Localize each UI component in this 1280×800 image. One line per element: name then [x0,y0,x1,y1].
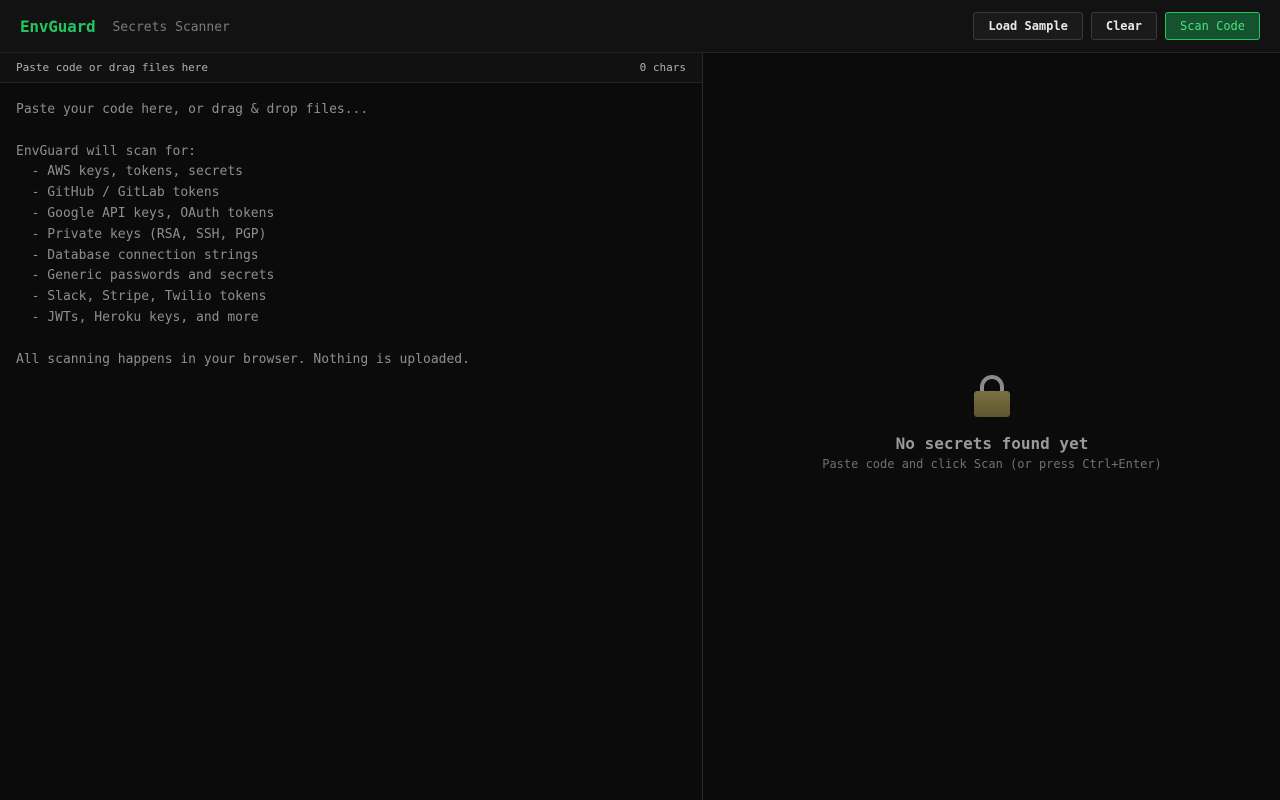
empty-state: No secrets found yet Paste code and clic… [704,373,1280,471]
app-header: EnvGuard Secrets Scanner Load Sample Cle… [0,0,1280,53]
clear-button[interactable]: Clear [1090,12,1157,40]
empty-state-hint: Paste code and click Scan (or press Ctrl… [822,457,1162,471]
code-input-panel: Paste code or drag files here 0 chars Pa… [0,53,703,800]
empty-state-title: No secrets found yet [895,434,1089,453]
load-sample-button[interactable]: Load Sample [973,12,1083,40]
app-logo: EnvGuard [20,16,96,36]
char-count: 0 chars [639,61,686,74]
header-actions: Load Sample Clear Scan Code [973,12,1260,40]
app-subtitle: Secrets Scanner [112,19,230,35]
input-toolbar: Paste code or drag files here 0 chars [0,53,702,83]
input-hint: Paste code or drag files here [16,61,209,74]
results-panel: No secrets found yet Paste code and clic… [704,53,1280,800]
lock-icon [972,373,1012,421]
scan-code-button[interactable]: Scan Code [1164,12,1260,40]
code-editor[interactable]: Paste your code here, or drag & drop fil… [0,83,702,799]
